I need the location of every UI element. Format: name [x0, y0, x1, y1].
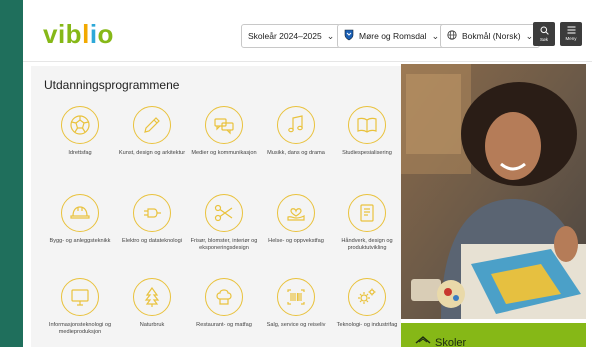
scroll-icon — [348, 194, 386, 232]
program-label: Frisør, blomster, interiør og eksponerin… — [190, 238, 258, 251]
pencil-icon — [133, 106, 171, 144]
logo-part-2: l — [82, 19, 90, 49]
program-helse[interactable]: Helse- og oppvekstfag — [261, 194, 331, 245]
program-label: Medier og kommunikasjon — [191, 150, 257, 156]
helmet-icon — [61, 194, 99, 232]
program-label: Teknologi- og industrifag — [336, 322, 398, 328]
program-handverk[interactable]: Håndverk, design og produktutvikling — [332, 194, 402, 252]
program-elektro[interactable]: Elektro og datateknologi — [117, 194, 187, 245]
plug-icon — [133, 194, 171, 232]
county-shield-icon — [344, 29, 354, 43]
chevron-down-icon: ⌄ — [525, 30, 534, 41]
program-restaurant[interactable]: Restaurant- og matfag — [189, 278, 259, 329]
program-label: Restaurant- og matfag — [196, 322, 252, 328]
program-label: Helse- og oppvekstfag — [268, 238, 324, 244]
program-teknologi[interactable]: Teknologi- og industrifag — [332, 278, 402, 329]
program-it[interactable]: Informasjonsteknologi og medieproduksjon — [45, 278, 115, 336]
logo-part-3: i — [89, 19, 98, 49]
menu-button[interactable]: Meny — [560, 22, 582, 46]
program-label: Salg, service og reiseliv — [266, 322, 326, 328]
chevron-down-icon: ⌄ — [326, 30, 335, 41]
program-studiespesialisering[interactable]: Studiespesialisering — [332, 106, 402, 157]
language-select[interactable]: Bokmål (Norsk) ⌄ — [440, 24, 541, 48]
county-label: Møre og Romsdal — [359, 31, 427, 41]
program-bygg[interactable]: Bygg- og anleggsteknikk — [45, 194, 115, 245]
logo-part-1: vib — [43, 19, 83, 49]
search-button-label: Søk — [539, 36, 548, 42]
program-label: Musikk, dans og drama — [267, 150, 325, 156]
chef-hat-icon — [205, 278, 243, 316]
language-label: Bokmål (Norsk) — [462, 31, 521, 41]
program-musikk[interactable]: Musikk, dans og drama — [261, 106, 331, 157]
program-label: Bygg- og anleggsteknikk — [49, 238, 111, 244]
tree-icon — [133, 278, 171, 316]
student-photo — [401, 64, 586, 319]
school-year-label: Skoleår 2024–2025 — [248, 31, 322, 41]
school-building-icon — [415, 335, 431, 347]
book-icon — [348, 106, 386, 144]
gears-icon — [348, 278, 386, 316]
program-label: Elektro og datateknologi — [121, 238, 183, 244]
monitor-icon — [61, 278, 99, 316]
programs-panel: Utdanningsprogrammene Idrettsfag Kunst, … — [31, 66, 401, 347]
site-header: viblio Skoleår 2024–2025 ⌄ Møre og Romsd… — [23, 0, 592, 62]
program-medier[interactable]: Medier og kommunikasjon — [189, 106, 259, 157]
program-idrettsfag[interactable]: Idrettsfag — [45, 106, 115, 157]
program-label: Naturbruk — [139, 322, 165, 328]
menu-button-label: Meny — [565, 36, 577, 41]
program-naturbruk[interactable]: Naturbruk — [117, 278, 187, 329]
program-label: Informasjonsteknologi og medieproduksjon — [48, 322, 112, 335]
county-select[interactable]: Møre og Romsdal ⌄ — [337, 24, 447, 48]
program-label: Idrettsfag — [68, 150, 92, 156]
chevron-down-icon: ⌄ — [431, 30, 440, 41]
program-label: Håndverk, design og produktutvikling — [341, 238, 393, 251]
program-kunst-design[interactable]: Kunst, design og arkitektur — [117, 106, 187, 157]
ball-icon — [61, 106, 99, 144]
program-label: Kunst, design og arkitektur — [118, 150, 186, 156]
logo-part-4: o — [97, 19, 114, 49]
speech-bubbles-icon — [205, 106, 243, 144]
search-button[interactable]: Søk — [533, 22, 555, 46]
page: viblio Skoleår 2024–2025 ⌄ Møre og Romsd… — [23, 0, 592, 347]
vilbo-logo[interactable]: viblio — [43, 20, 114, 48]
heart-hand-icon — [277, 194, 315, 232]
program-label: Studiespesialisering — [342, 150, 392, 156]
program-salg[interactable]: Salg, service og reiseliv — [261, 278, 331, 329]
globe-icon — [447, 30, 457, 42]
barcode-icon — [277, 278, 315, 316]
schools-card-label: Skoler — [435, 337, 467, 347]
schools-card[interactable]: Skoler — [401, 323, 586, 347]
hamburger-icon — [567, 26, 576, 36]
scissors-icon — [205, 194, 243, 232]
programs-title: Utdanningsprogrammene — [44, 78, 180, 92]
school-year-select[interactable]: Skoleår 2024–2025 ⌄ — [241, 24, 342, 48]
music-note-icon — [277, 106, 315, 144]
search-icon — [540, 26, 549, 37]
program-frisor[interactable]: Frisør, blomster, interiør og eksponerin… — [189, 194, 259, 252]
